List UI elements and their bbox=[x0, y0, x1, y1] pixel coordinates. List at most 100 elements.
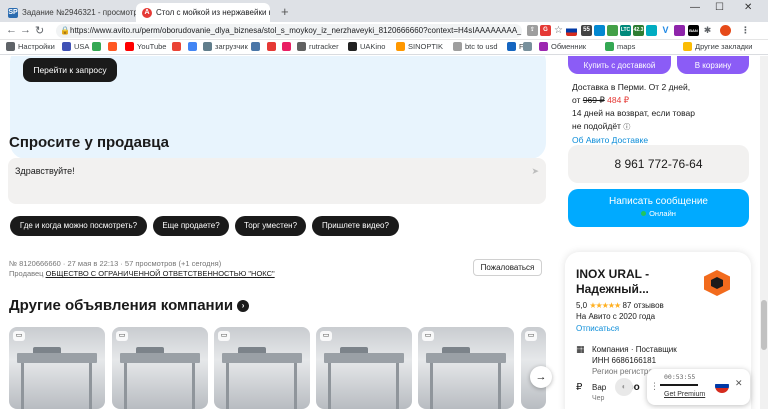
seller-rating[interactable]: 5,0 ★★★★★ 87 отзывов bbox=[576, 301, 664, 310]
ltc-extension-icon[interactable]: LTC bbox=[620, 25, 631, 36]
star-icon[interactable]: ☆ bbox=[553, 25, 564, 36]
quick-question-chip[interactable]: Где и когда можно посмотреть? bbox=[10, 216, 147, 236]
send-icon[interactable]: ➤ bbox=[531, 166, 539, 177]
bookmark-label: USA bbox=[74, 42, 90, 51]
gallery-icon: ▭ bbox=[320, 331, 332, 341]
go-to-request-button[interactable]: Перейти к запросу bbox=[23, 58, 117, 82]
listing-thumbnail[interactable]: ▭ bbox=[418, 327, 514, 409]
close-window-button[interactable]: ✕ bbox=[744, 2, 752, 13]
bookmark-favicon-icon bbox=[188, 42, 197, 51]
seller-name[interactable]: INOX URAL - Надежный... bbox=[576, 267, 696, 297]
russia-flag-icon[interactable] bbox=[715, 379, 729, 393]
extension-icon[interactable] bbox=[646, 25, 657, 36]
add-to-cart-button[interactable]: В корзину bbox=[677, 56, 749, 74]
listing-thumbnail[interactable]: ▭ bbox=[214, 327, 310, 409]
table-leg bbox=[430, 363, 433, 409]
extension-icon[interactable] bbox=[674, 25, 685, 36]
table-leg bbox=[294, 363, 297, 409]
unsubscribe-link[interactable]: Отписаться bbox=[576, 324, 619, 333]
carousel-next-button[interactable]: → bbox=[530, 366, 552, 388]
flag-extension-icon[interactable] bbox=[566, 25, 577, 36]
page-scrollbar[interactable] bbox=[760, 56, 768, 409]
bookmark-item[interactable]: YouTube bbox=[125, 42, 166, 51]
listing-thumbnail[interactable]: ▭ bbox=[316, 327, 412, 409]
show-phone-button[interactable]: 8 961 772-76-64 bbox=[568, 145, 749, 183]
table-leg bbox=[328, 363, 331, 409]
bookmark-item[interactable]: rutracker bbox=[297, 42, 339, 51]
ban-extension-icon[interactable]: BAN bbox=[688, 25, 699, 36]
seller-legal-name-link[interactable]: ОБЩЕСТВО С ОГРАНИЧЕННОЙ ОТВЕТСТВЕННОСТЬЮ… bbox=[46, 269, 275, 278]
tab-favicon: SP bbox=[8, 7, 18, 18]
bookmark-item[interactable] bbox=[251, 42, 263, 51]
bookmark-item[interactable]: загрузчик bbox=[203, 42, 248, 51]
bookmarks-bar: Настройки USA YouTube загрузчик rutracker UAK… bbox=[0, 40, 768, 55]
ltc-price-badge[interactable]: 42.3 bbox=[633, 25, 644, 36]
share-icon[interactable]: ⇪ bbox=[527, 25, 538, 36]
bookmark-item[interactable]: btc to usd bbox=[453, 42, 498, 51]
puzzle-icon[interactable]: ✱ bbox=[702, 25, 713, 36]
maximize-button[interactable]: ☐ bbox=[715, 2, 724, 13]
url-text: https://www.avito.ru/perm/oborudovanie_d… bbox=[70, 26, 522, 35]
delivery-line: Доставка в Перми. От 2 дней, bbox=[572, 82, 691, 92]
browser-toolbar: ← → ↻ 🔒 https://www.avito.ru/perm/oborud… bbox=[0, 22, 768, 40]
browser-tab[interactable]: SP Задание №2946321 - просмотр з ✕ bbox=[2, 3, 136, 22]
buy-with-delivery-button[interactable]: Купить с доставкой bbox=[568, 56, 671, 74]
seller-prefix: Продавец bbox=[9, 269, 44, 278]
tab-title: Стол с мойкой из нержавейки куп bbox=[156, 8, 270, 17]
profile-avatar-icon[interactable] bbox=[720, 25, 731, 36]
info-icon[interactable]: ⓘ bbox=[623, 124, 630, 131]
bookmark-item[interactable] bbox=[523, 42, 535, 51]
bookmark-label: YouTube bbox=[137, 42, 167, 51]
extension-icon[interactable]: V bbox=[660, 25, 671, 36]
bookmark-item[interactable]: UAKino bbox=[348, 42, 385, 51]
drag-handle-icon[interactable]: ⋮ bbox=[650, 381, 659, 392]
bookmark-label: UAKino bbox=[360, 42, 386, 51]
extension-badge-55[interactable]: 55 bbox=[581, 25, 592, 36]
write-message-label: Написать сообщение bbox=[608, 196, 708, 207]
other-listings-heading[interactable]: Другие объявления компании › bbox=[9, 297, 250, 314]
new-tab-button[interactable]: + bbox=[281, 4, 289, 19]
bookmark-item[interactable] bbox=[172, 42, 184, 51]
translate-icon[interactable]: G bbox=[540, 25, 551, 36]
bookmark-item[interactable]: Другие закладки bbox=[683, 42, 752, 51]
bookmark-item[interactable] bbox=[267, 42, 279, 51]
minimize-button[interactable]: — bbox=[690, 2, 700, 13]
seller-since: На Авито с 2020 года bbox=[576, 312, 656, 321]
listing-thumbnail[interactable]: ▭ bbox=[9, 327, 105, 409]
bookmark-item[interactable] bbox=[282, 42, 294, 51]
seller-line: Продавец ОБЩЕСТВО С ОГРАНИЧЕННОЙ ОТВЕТСТ… bbox=[9, 269, 275, 278]
address-bar[interactable]: 🔒 https://www.avito.ru/perm/oborudovanie… bbox=[56, 24, 522, 38]
quick-question-chip[interactable]: Торг уместен? bbox=[235, 216, 306, 236]
quick-question-chip[interactable]: Еще продаете? bbox=[153, 216, 229, 236]
rating-stars-icon: ★★★★★ bbox=[589, 301, 621, 310]
seller-logo[interactable] bbox=[700, 266, 734, 300]
bookmark-item[interactable]: USA bbox=[62, 42, 89, 51]
browser-tab-active[interactable]: A Стол с мойкой из нержавейки куп ✕ bbox=[136, 3, 270, 22]
close-icon[interactable]: ✕ bbox=[735, 378, 743, 389]
extension-icon[interactable] bbox=[607, 25, 618, 36]
extension-icon[interactable] bbox=[594, 25, 605, 36]
bookmark-favicon-icon bbox=[6, 42, 15, 51]
bookmark-item[interactable]: maps bbox=[605, 42, 635, 51]
bookmark-item[interactable]: Настройки bbox=[6, 42, 55, 51]
back-arrow-icon[interactable]: ← bbox=[6, 24, 17, 36]
company-inn: ИНН 6686166181 bbox=[592, 356, 657, 365]
overlay-toggle-icon[interactable]: ◐ bbox=[615, 378, 633, 396]
listing-thumbnail[interactable]: ▭ bbox=[112, 327, 208, 409]
bookmark-item[interactable] bbox=[108, 42, 120, 51]
scrollbar-thumb[interactable] bbox=[761, 300, 767, 350]
bookmark-item[interactable]: Обменник bbox=[539, 42, 586, 51]
bookmark-item[interactable]: SINOPTIK bbox=[396, 42, 443, 51]
menu-kebab-icon[interactable]: ⋮ bbox=[740, 25, 751, 36]
reload-icon[interactable]: ↻ bbox=[35, 24, 44, 37]
get-premium-link[interactable]: Get Premium bbox=[664, 391, 705, 398]
write-message-button[interactable]: Написать сообщение Онлайн bbox=[568, 189, 749, 227]
bookmark-item[interactable] bbox=[92, 42, 104, 51]
forward-arrow-icon[interactable]: → bbox=[20, 24, 31, 36]
complain-button[interactable]: Пожаловаться bbox=[473, 259, 542, 276]
quick-question-chip[interactable]: Пришлете видео? bbox=[312, 216, 399, 236]
bookmark-item[interactable] bbox=[188, 42, 200, 51]
ask-seller-heading: Спросите у продавца bbox=[9, 134, 169, 151]
message-input[interactable]: Здравствуйте! ➤ bbox=[8, 158, 546, 204]
gallery-icon: ▭ bbox=[525, 331, 537, 341]
